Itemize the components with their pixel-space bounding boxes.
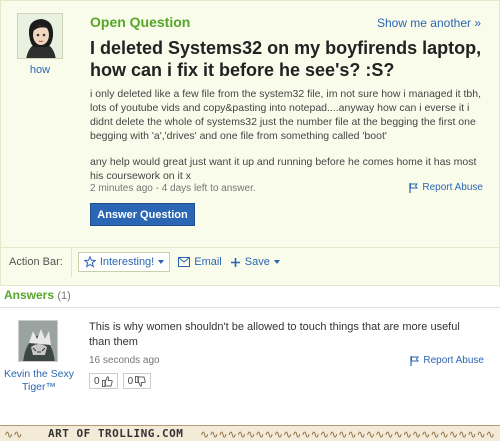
save-button[interactable]: Save	[230, 256, 280, 268]
action-bar-label: Action Bar:	[9, 256, 63, 268]
answer-text: This is why women shouldn't be allowed t…	[89, 321, 460, 348]
asker-name[interactable]: how	[1, 64, 79, 76]
thumbs-up-button[interactable]: 0	[89, 373, 118, 389]
thumbs-up-count: 0	[94, 375, 100, 387]
question-meta: 2 minutes ago - 4 days left to answer.	[90, 183, 256, 194]
vote-row: 0 0	[89, 373, 152, 389]
plus-icon	[230, 257, 240, 267]
thumbs-down-icon	[135, 375, 146, 387]
interesting-label: Interesting!	[99, 256, 155, 268]
report-abuse-label: Report Abuse	[423, 355, 484, 366]
question-body: i only deleted like a few file from the …	[90, 87, 490, 195]
answer-question-button[interactable]: Answer Question	[90, 203, 195, 226]
watermark-text: ART OF TROLLING.COM	[48, 427, 184, 440]
star-icon	[83, 256, 96, 268]
report-abuse-label: Report Abuse	[422, 182, 483, 193]
question-title: I deleted Systems32 on my boyfirends lap…	[90, 38, 482, 80]
thumbs-up-icon	[101, 375, 113, 387]
answers-heading-label: Answers	[4, 288, 55, 302]
question-paragraph: i only deleted like a few file from the …	[90, 88, 482, 142]
report-abuse-link[interactable]: Report Abuse	[409, 182, 483, 193]
email-button[interactable]: Email	[178, 256, 222, 268]
interesting-button[interactable]: Interesting!	[77, 252, 171, 272]
thumbs-down-button[interactable]: 0	[122, 373, 152, 389]
envelope-icon	[178, 257, 191, 267]
chevron-down-icon	[273, 260, 280, 264]
question-paragraph: any help would great just want it up and…	[90, 156, 477, 182]
thumbs-down-count: 0	[127, 375, 134, 387]
email-label: Email	[194, 256, 222, 268]
watermark-footer: ∿∿ ART OF TROLLING.COM ∿∿∿∿∿∿∿∿∿∿∿∿∿∿∿∿∿…	[0, 425, 500, 441]
save-label: Save	[244, 256, 270, 268]
action-bar: Action Bar: Interesting! Email Save	[1, 247, 500, 277]
answerer-avatar[interactable]	[18, 320, 58, 362]
chevron-down-icon	[158, 260, 165, 264]
divider	[70, 247, 72, 277]
ornament-icon: ∿∿∿∿∿∿∿∿∿∿∿∿∿∿∿∿∿∿∿∿∿∿∿∿∿∿∿∿∿∿∿∿	[200, 429, 495, 441]
flag-icon	[410, 355, 420, 366]
answer-meta: 16 seconds ago	[89, 355, 160, 366]
answers-count: (1)	[57, 290, 71, 302]
ornament-icon: ∿∿	[4, 429, 23, 441]
question-status-label: Open Question	[90, 14, 191, 30]
question-panel: how Open Question Show me another » I de…	[0, 0, 500, 286]
answerer-name[interactable]: Kevin the Sexy Tiger™	[0, 368, 78, 394]
show-another-link[interactable]: Show me another »	[377, 16, 481, 30]
asker-avatar[interactable]	[17, 13, 63, 59]
report-abuse-link[interactable]: Report Abuse	[410, 355, 484, 366]
flag-icon	[409, 182, 419, 193]
divider	[0, 307, 500, 308]
answers-heading: Answers (1)	[4, 288, 71, 302]
